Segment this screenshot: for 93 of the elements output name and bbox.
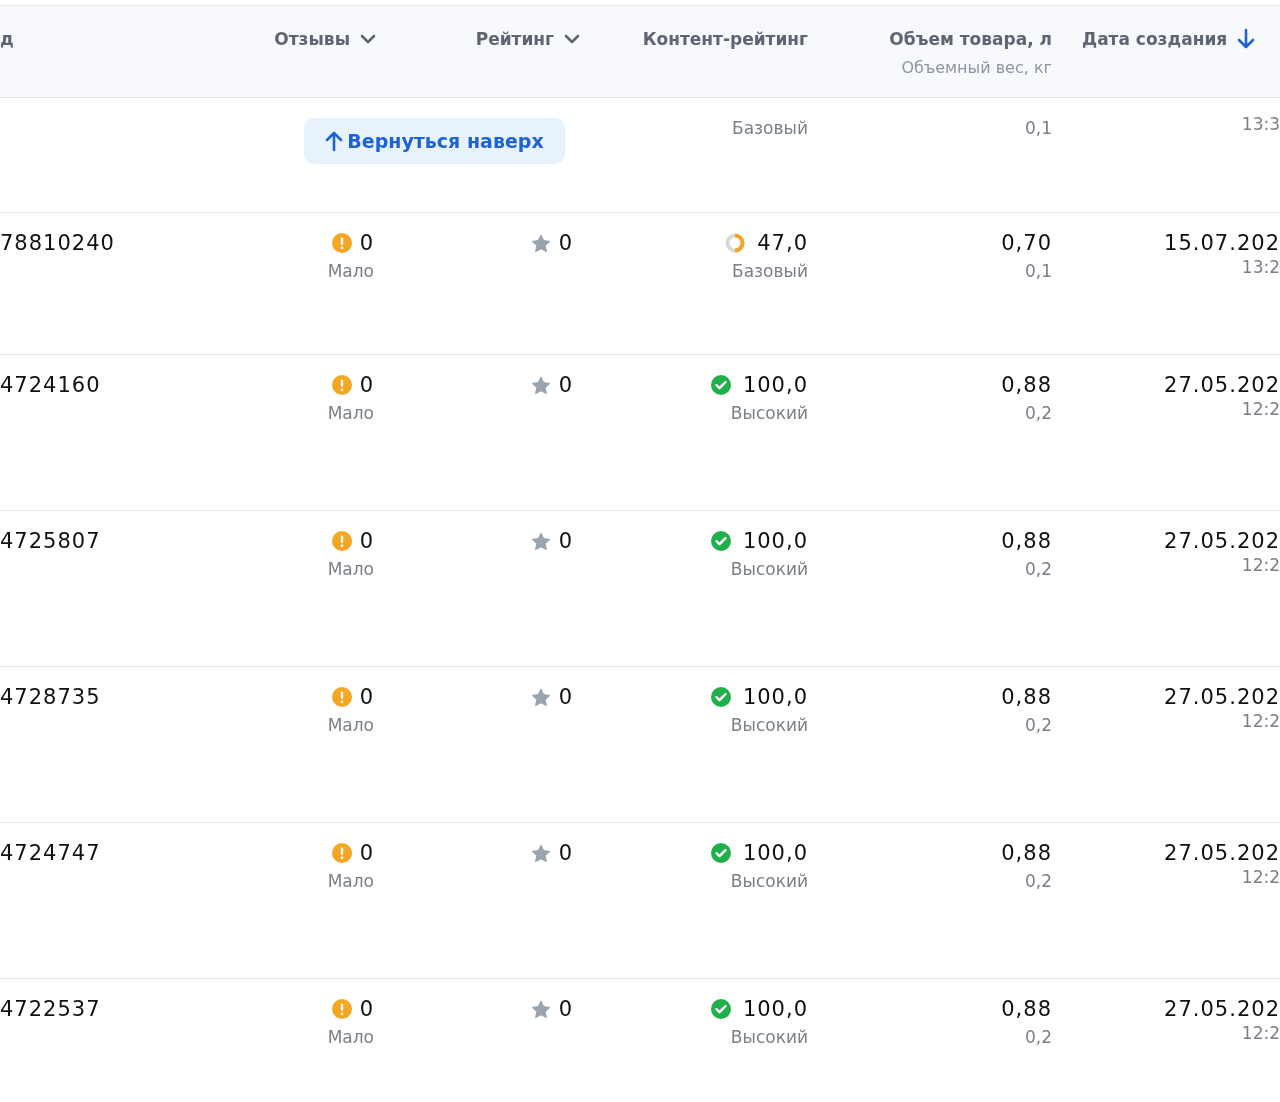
creation-time: 12:2 [1241,866,1280,888]
check-circle-icon [710,687,731,707]
rating-value: 0 [558,528,573,554]
warning-icon [331,843,352,863]
star-icon [530,233,551,253]
warning-icon [331,375,352,395]
content-rating-score: 100,0 [742,684,808,710]
volume-value: 0,88 [1001,840,1052,866]
reviews-count: 0 [359,372,374,398]
rating-value: 0 [558,230,573,256]
content-rating-level: Базовый [732,260,808,282]
reviews-level: Мало [327,260,374,282]
chevron-down-icon[interactable] [564,34,580,44]
chevron-down-icon[interactable] [360,34,376,44]
star-icon [530,687,551,707]
rating-value: 0 [558,996,573,1022]
rating-header[interactable]: Рейтинг [475,29,554,49]
content-rating-score: 47,0 [757,230,808,256]
rating-value: 0 [558,684,573,710]
creation-date: 27.05.202 [1164,996,1280,1022]
volume-value: 0,88 [1001,528,1052,554]
star-icon [530,999,551,1019]
article-number: 4724160 [0,372,101,398]
check-circle-icon [710,375,731,395]
weight-value: 0,2 [1024,870,1052,892]
reviews-level: Мало [327,870,374,892]
creation-date: 27.05.202 [1164,840,1280,866]
creation-time: 13:3 [1241,113,1280,135]
arrow-up-icon [325,130,344,152]
volume-value: 0,88 [1001,684,1052,710]
warning-icon [331,531,352,551]
article-number: 4722537 [0,996,101,1022]
content-rating-level: Высокий [730,870,808,892]
rating-value: 0 [558,372,573,398]
weight-value: 0,2 [1024,1026,1052,1048]
date-header[interactable]: Дата создания [1082,29,1228,49]
back-to-top-button[interactable]: Вернуться наверх [304,118,565,164]
creation-time: 12:2 [1241,398,1280,420]
article-number: 4724747 [0,840,101,866]
content-rating-level: Базовый [732,117,808,139]
content-rating-level: Высокий [730,1026,808,1048]
warning-icon [331,999,352,1019]
reviews-header[interactable]: Отзывы [274,29,350,49]
creation-date: 27.05.202 [1164,684,1280,710]
reviews-level: Мало [327,402,374,424]
progress-ring-icon [725,233,746,253]
reviews-level: Мало [327,714,374,736]
content-rating-score: 100,0 [742,996,808,1022]
article-number: 78810240 [0,230,115,256]
check-circle-icon [710,531,731,551]
arrow-down-icon[interactable] [1237,28,1256,50]
reviews-count: 0 [359,840,374,866]
weight-value: 0,2 [1024,558,1052,580]
content-rating-level: Высокий [730,402,808,424]
reviews-level: Мало [327,1026,374,1048]
volume-value: 0,88 [1001,996,1052,1022]
warning-icon [331,233,352,253]
article-number: 4725807 [0,528,101,554]
column-header[interactable]: д [0,29,14,49]
weight-header: Объемный вес, кг [901,58,1052,77]
creation-time: 12:2 [1241,1022,1280,1044]
weight-value: 0,2 [1024,402,1052,424]
rating-value: 0 [558,840,573,866]
creation-time: 12:2 [1241,554,1280,576]
creation-date: 27.05.202 [1164,528,1280,554]
check-circle-icon [710,999,731,1019]
creation-date: 15.07.202 [1164,230,1280,256]
content-rating-header[interactable]: Контент-рейтинг [642,29,808,49]
reviews-count: 0 [359,528,374,554]
content-rating-level: Высокий [730,558,808,580]
content-rating-score: 100,0 [742,840,808,866]
reviews-level: Мало [327,558,374,580]
volume-value: 0,88 [1001,372,1052,398]
volume-value: 0,70 [1001,230,1052,256]
weight-value: 0,1 [1024,117,1052,139]
weight-value: 0,1 [1024,260,1052,282]
warning-icon [331,687,352,707]
content-rating-level: Высокий [730,714,808,736]
star-icon [530,531,551,551]
article-number: 4728735 [0,684,101,710]
content-rating-score: 100,0 [742,372,808,398]
reviews-count: 0 [359,684,374,710]
creation-time: 13:2 [1241,256,1280,278]
reviews-count: 0 [359,230,374,256]
volume-header[interactable]: Объем товара, л [889,29,1052,49]
creation-date: 27.05.202 [1164,372,1280,398]
weight-value: 0,2 [1024,714,1052,736]
content-rating-score: 100,0 [742,528,808,554]
creation-time: 12:2 [1241,710,1280,732]
star-icon [530,843,551,863]
star-icon [530,375,551,395]
check-circle-icon [710,843,731,863]
reviews-count: 0 [359,996,374,1022]
